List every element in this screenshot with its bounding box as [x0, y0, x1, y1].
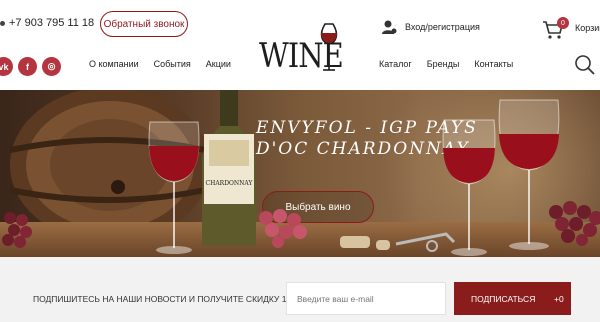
site-logo[interactable]: WINE — [259, 20, 344, 78]
main-nav-right: Каталог Бренды Контакты — [379, 59, 513, 69]
phone-text: +7 903 795 11 18 — [9, 17, 95, 29]
hero-banner: CHARDONNAY ENVYFOL - IGP PAYS D'OC CHARD… — [0, 90, 600, 257]
subscribe-button-suffix: +0 — [554, 294, 564, 304]
wine-glass-middle-image — [442, 119, 496, 256]
user-icon — [382, 20, 397, 34]
main-nav-left: О компании События Акции — [89, 59, 231, 69]
subscribe-text: Подпишитесь на наши новости и получите с… — [33, 294, 299, 304]
subscribe-button[interactable]: Подписаться +0 — [454, 282, 571, 315]
site-header: +7 903 795 11 18 Обратный звонок vk f ◎ … — [0, 0, 600, 90]
callback-button[interactable]: Обратный звонок — [100, 11, 188, 37]
nav-item-promotions[interactable]: Акции — [206, 59, 231, 69]
instagram-icon[interactable]: ◎ — [42, 57, 61, 76]
grapes-left-image — [2, 212, 32, 248]
cart-count-badge: 0 — [557, 17, 569, 29]
wine-bottle-image: CHARDONNAY — [202, 90, 256, 246]
grapes-center-image — [259, 209, 307, 248]
nav-item-events[interactable]: События — [154, 59, 191, 69]
nav-item-contacts[interactable]: Контакты — [474, 59, 513, 69]
subscribe-bar: Подпишитесь на наши новости и получите с… — [0, 257, 600, 322]
wine-glass-logo-icon — [320, 23, 338, 71]
subscribe-button-label: Подписаться — [471, 294, 536, 304]
vk-icon[interactable]: vk — [0, 57, 13, 76]
wine-glass-left-image — [148, 121, 200, 254]
email-field[interactable] — [286, 282, 446, 315]
nav-item-brands[interactable]: Бренды — [427, 59, 460, 69]
facebook-icon[interactable]: f — [18, 57, 37, 76]
grapes-right-image — [549, 201, 600, 246]
search-icon[interactable] — [574, 54, 596, 76]
nav-item-catalog[interactable]: Каталог — [379, 59, 412, 69]
phone-icon — [0, 20, 5, 26]
social-links: vk f ◎ — [0, 57, 61, 76]
bottle-label-text: CHARDONNAY — [206, 180, 254, 187]
cart-label[interactable]: Корзина — [575, 23, 600, 33]
nav-item-about[interactable]: О компании — [89, 59, 139, 69]
phone-number[interactable]: +7 903 795 11 18 — [0, 17, 94, 29]
login-label: Вход/регистрация — [405, 22, 480, 32]
callback-label: Обратный звонок — [103, 18, 185, 30]
login-link[interactable]: Вход/регистрация — [381, 19, 480, 35]
